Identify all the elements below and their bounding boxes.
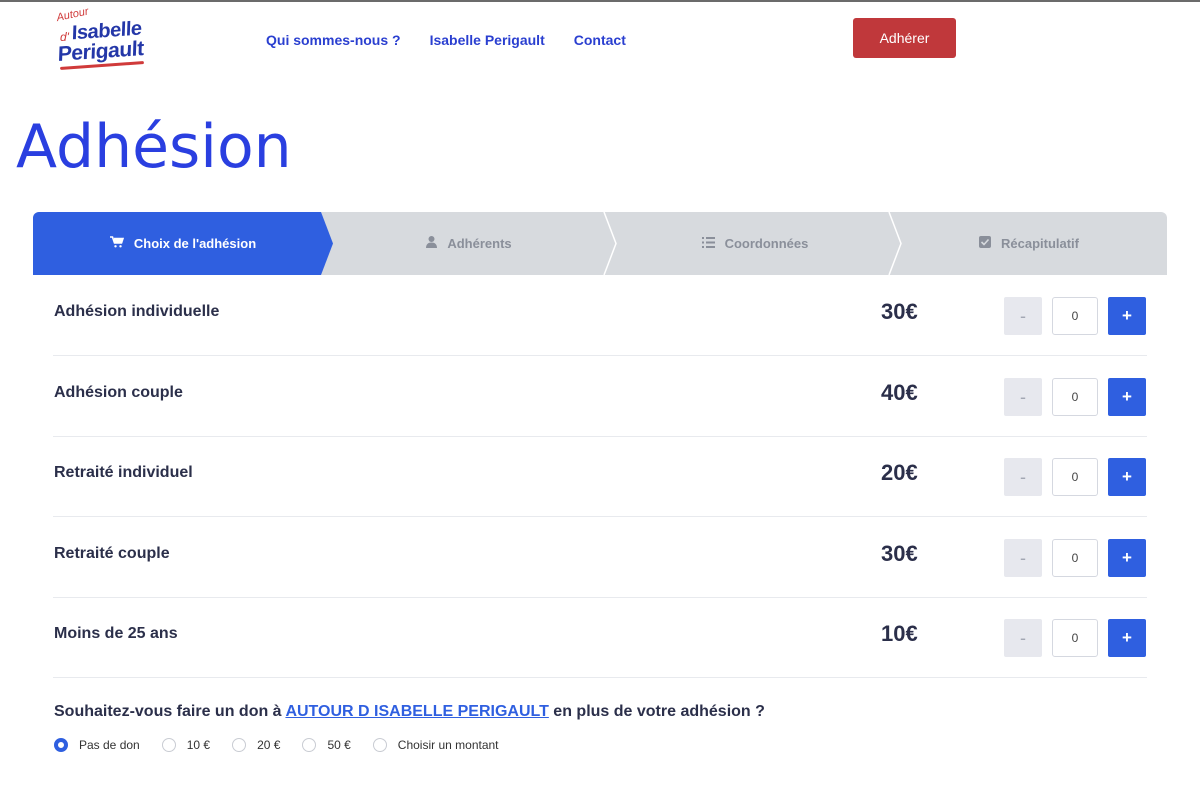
increase-button[interactable]: + [1108, 458, 1146, 496]
quantity-input[interactable] [1052, 539, 1098, 577]
page-title: Adhésion [16, 112, 292, 182]
cart-icon [109, 236, 124, 251]
donation-options: Pas de don 10 € 20 € 50 € Choisir un mon… [54, 738, 521, 752]
membership-price: 40€ [881, 380, 918, 405]
radio-label: 50 € [327, 738, 351, 752]
radio-button[interactable] [232, 738, 247, 752]
donation-question-end: en plus de votre adhésion ? [548, 703, 765, 720]
radio-label: 20 € [257, 738, 281, 752]
increase-button[interactable]: + [1108, 378, 1146, 416]
quantity-input[interactable] [1052, 619, 1098, 657]
membership-name: Adhésion individuelle [54, 303, 220, 320]
membership-price: 30€ [881, 541, 918, 566]
donation-option-10[interactable]: 10 € [161, 738, 211, 752]
organization-link[interactable]: AUTOUR D ISABELLE PERIGAULT [285, 703, 548, 720]
radio-button[interactable] [302, 738, 317, 752]
membership-price: 30€ [881, 299, 918, 324]
membership-price: 20€ [881, 460, 918, 485]
step-details[interactable]: Coordonnées [605, 212, 905, 275]
step-label: Choix de l'adhésion [133, 236, 257, 251]
membership-row: Moins de 25 ans 10€ - + [33, 597, 1167, 678]
membership-row: Retraité individuel 20€ - + [33, 436, 1167, 517]
site-logo[interactable]: Autour d' Isabelle Perigault [56, 6, 152, 70]
quantity-input[interactable] [1052, 378, 1098, 416]
user-icon [426, 236, 438, 251]
increase-button[interactable]: + [1108, 539, 1146, 577]
membership-row: Adhésion individuelle 30€ - + [33, 275, 1167, 356]
list-icon [701, 236, 715, 251]
checkbox-icon [978, 236, 991, 251]
join-button[interactable]: Adhérer [853, 18, 956, 58]
step-choice[interactable]: Choix de l'adhésion [33, 212, 333, 275]
increase-button[interactable]: + [1108, 619, 1146, 657]
step-label: Coordonnées [724, 236, 809, 251]
membership-row: Adhésion couple 40€ - + [33, 356, 1167, 437]
quantity-input[interactable] [1052, 297, 1098, 335]
donation-option-20[interactable]: 20 € [232, 738, 280, 752]
decrease-button[interactable]: - [1004, 297, 1042, 335]
step-summary[interactable]: Récapitulatif [891, 212, 1167, 275]
donation-option-custom[interactable]: Choisir un montant [372, 738, 499, 752]
nav-link-isabelle[interactable]: Isabelle Perigault [430, 32, 545, 48]
radio-button[interactable] [54, 738, 68, 752]
row-divider [53, 677, 1147, 678]
increase-button[interactable]: + [1108, 297, 1146, 335]
radio-label: 10 € [186, 738, 211, 752]
decrease-button[interactable]: - [1004, 539, 1042, 577]
main-nav: Qui sommes-nous ? Isabelle Perigault Con… [266, 32, 626, 48]
membership-row: Retraité couple 30€ - + [33, 517, 1167, 598]
site-header: Autour d' Isabelle Perigault Qui sommes-… [0, 2, 1200, 78]
decrease-button[interactable]: - [1004, 378, 1042, 416]
membership-name: Retraité couple [54, 545, 170, 562]
radio-label: Choisir un montant [397, 738, 499, 752]
decrease-button[interactable]: - [1004, 458, 1042, 496]
membership-name: Retraité individuel [54, 464, 193, 481]
step-label: Adhérents [447, 236, 512, 251]
nav-link-about[interactable]: Qui sommes-nous ? [266, 32, 401, 48]
donation-question: Souhaitez-vous faire un don à AUTOUR D I… [54, 703, 765, 721]
radio-button[interactable] [372, 738, 387, 752]
donation-option-50[interactable]: 50 € [302, 738, 351, 752]
radio-button[interactable] [161, 738, 176, 752]
quantity-input[interactable] [1052, 458, 1098, 496]
donation-option-none[interactable]: Pas de don [54, 738, 140, 752]
checkout-steps: Choix de l'adhésion Adhérents Coordonnée… [33, 212, 1167, 275]
membership-price: 10€ [881, 621, 918, 646]
membership-name: Moins de 25 ans [54, 625, 178, 642]
step-members[interactable]: Adhérents [321, 212, 617, 275]
step-label: Récapitulatif [1000, 236, 1079, 251]
radio-label: Pas de don [79, 738, 140, 752]
decrease-button[interactable]: - [1004, 619, 1042, 657]
donation-question-start: Souhaitez-vous faire un don à [54, 703, 286, 720]
nav-link-contact[interactable]: Contact [574, 32, 626, 48]
membership-name: Adhésion couple [54, 384, 183, 401]
